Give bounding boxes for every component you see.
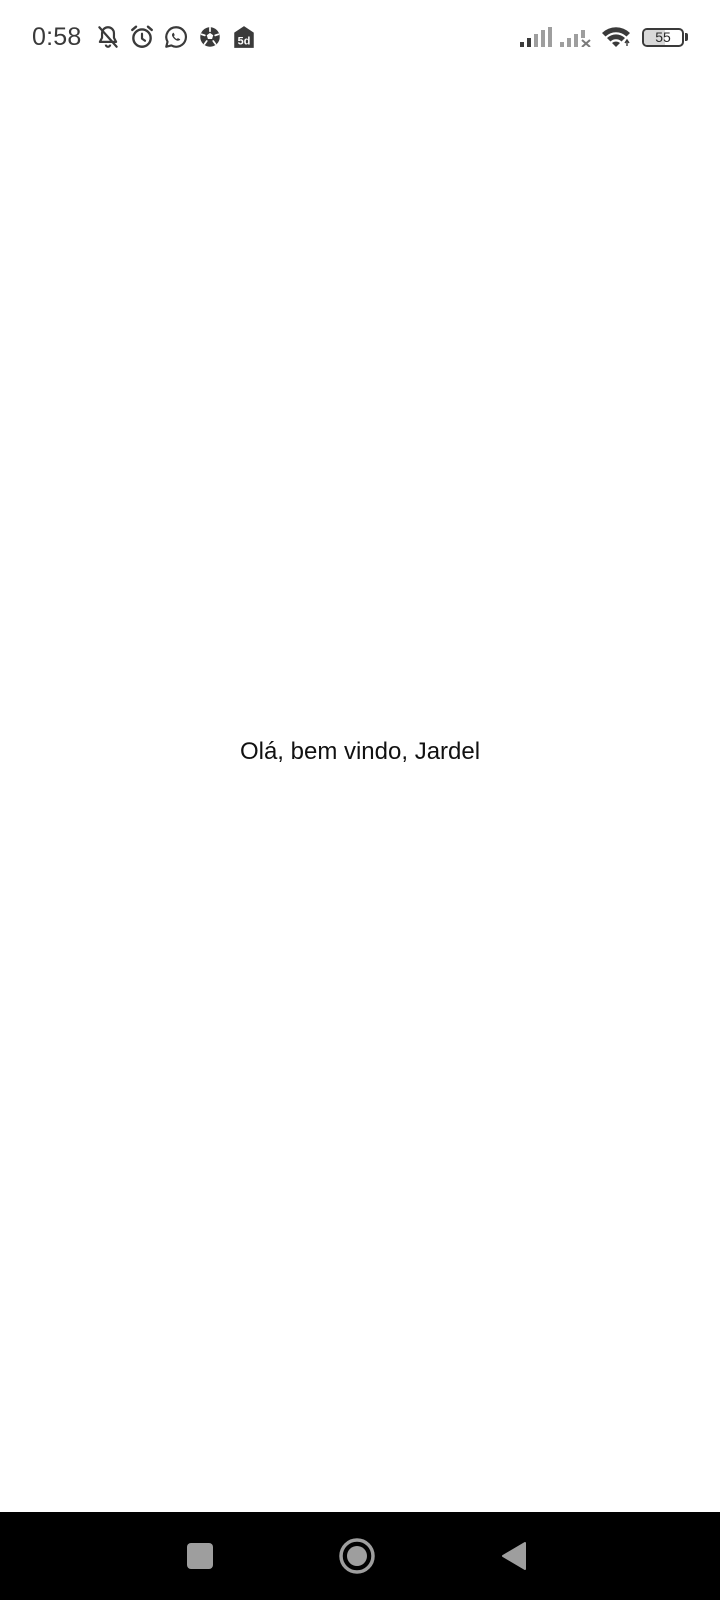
bell-off-icon <box>95 24 121 50</box>
status-bar: 0:58 5d 55 <box>0 0 720 74</box>
home-button[interactable] <box>337 1536 377 1576</box>
app-5d-label: 5d <box>238 36 251 48</box>
battery-tip <box>685 33 688 41</box>
recents-square-icon <box>187 1543 213 1569</box>
battery-body: 55 <box>642 27 684 47</box>
app-5d-icon: 5d <box>231 24 257 50</box>
whatsapp-icon <box>163 24 189 50</box>
recents-button[interactable] <box>180 1536 220 1576</box>
welcome-message: Olá, bem vindo, Jardel <box>239 738 481 765</box>
status-bar-left: 0:58 5d <box>32 23 257 52</box>
soccer-ball-icon <box>197 24 223 50</box>
back-triangle-icon <box>502 1542 526 1570</box>
back-button[interactable] <box>494 1536 534 1576</box>
cell-signal-no-service-icon <box>560 27 592 47</box>
battery-indicator: 55 <box>642 27 688 47</box>
battery-level: 55 <box>655 29 671 45</box>
main-content: Olá, bem vindo, Jardel <box>0 74 720 1512</box>
screen: 0:58 5d 55 Olá, bem vindo, Jardel <box>0 0 720 1600</box>
alarm-icon <box>129 24 155 50</box>
navigation-bar <box>0 1512 720 1600</box>
wifi-icon <box>600 25 632 49</box>
home-circle-icon <box>339 1538 375 1574</box>
cell-signal-icon <box>520 27 552 47</box>
status-time: 0:58 <box>32 22 82 51</box>
status-bar-right: 55 <box>512 25 688 49</box>
